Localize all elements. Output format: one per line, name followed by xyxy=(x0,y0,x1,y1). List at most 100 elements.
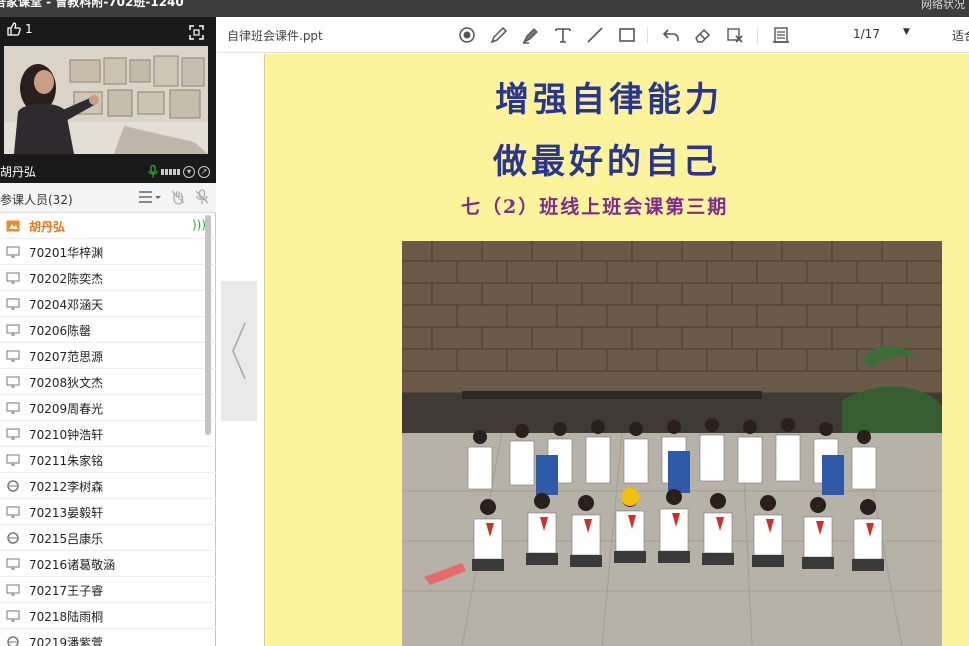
pen-icon[interactable] xyxy=(489,25,509,45)
browser-icon xyxy=(7,636,19,646)
rectangle-icon[interactable] xyxy=(617,25,637,45)
participant-list[interactable]: 胡丹弘 ))) 70201华梓渊 70202陈奕杰 70204邓涵天 70206… xyxy=(0,213,216,646)
participant-row[interactable]: 70215吕康乐 xyxy=(0,525,216,551)
monitor-icon xyxy=(6,610,20,622)
participant-name: 70216诸葛敬涵 xyxy=(29,558,116,572)
participant-row[interactable]: 70209周春光 xyxy=(0,395,216,421)
participant-row[interactable]: 胡丹弘 ))) xyxy=(0,213,216,239)
eraser-icon[interactable] xyxy=(693,25,713,45)
highlighter-icon[interactable] xyxy=(521,25,541,45)
participant-row[interactable]: 70208狄文杰 xyxy=(0,369,216,395)
participant-row[interactable]: 70206陈罄 xyxy=(0,317,216,343)
network-status[interactable]: 网络状况 xyxy=(921,0,965,13)
participant-row[interactable]: 70201华梓渊 xyxy=(0,239,216,265)
camera-image xyxy=(4,46,208,154)
participant-row[interactable]: 70218陆雨桐 xyxy=(0,603,216,629)
title-bar: 吾家课堂 - 曾教科附-702班-1240 网络状况 xyxy=(0,0,969,17)
monitor-icon xyxy=(6,246,20,258)
monitor-icon xyxy=(6,350,20,362)
participant-scrollbar[interactable] xyxy=(205,215,211,435)
previous-page-button[interactable] xyxy=(221,281,257,421)
microphone-icon[interactable] xyxy=(148,165,158,178)
mute-all-icon[interactable] xyxy=(194,189,210,205)
participant-row[interactable]: 70211朱家铭 xyxy=(0,447,216,473)
text-icon[interactable] xyxy=(553,25,573,45)
participant-row[interactable]: 70204邓涵天 xyxy=(0,291,216,317)
document-viewer: 增强自律能力 做最好的自己 七（2）班线上班会课第三期 xyxy=(217,54,969,646)
participant-row[interactable]: 70213晏毅轩 xyxy=(0,499,216,525)
monitor-icon xyxy=(6,376,20,388)
participant-name: 70210钟浩轩 xyxy=(29,428,104,442)
slide-subtitle: 七（2）班线上班会课第三期 xyxy=(461,196,729,218)
participant-row[interactable]: 70219潘紫萱 xyxy=(0,629,216,646)
participant-name: 胡丹弘 xyxy=(29,220,66,234)
thumbs-up-icon xyxy=(7,22,21,36)
document-toolbar: 自律班会课件.ppt 1/17 ▼ 适 xyxy=(217,17,969,53)
presenter-name: 胡丹弘 xyxy=(0,165,37,179)
slide-title-line1: 增强自律能力 xyxy=(495,80,723,120)
monitor-icon xyxy=(6,584,20,596)
page-indicator[interactable]: 1/17 xyxy=(853,27,880,41)
participant-name: 70217王子睿 xyxy=(29,584,104,598)
line-icon[interactable] xyxy=(585,25,605,45)
teacher-icon xyxy=(6,220,20,232)
participant-name: 70202陈奕杰 xyxy=(29,272,104,286)
popout-icon[interactable]: ↗ xyxy=(198,165,210,178)
monitor-icon xyxy=(6,298,20,310)
fullscreen-icon[interactable] xyxy=(189,25,204,40)
file-name: 自律班会课件.ppt xyxy=(227,29,323,43)
monitor-icon xyxy=(6,454,20,466)
participant-row[interactable]: 70216诸葛敬涵 xyxy=(0,551,216,577)
participant-name: 70213晏毅轩 xyxy=(29,506,104,520)
undo-icon[interactable] xyxy=(661,25,681,45)
participant-row[interactable]: 70212李树森 xyxy=(0,473,216,499)
chevron-left-icon xyxy=(232,322,246,380)
clear-icon[interactable] xyxy=(725,25,745,45)
participant-name: 70215吕康乐 xyxy=(29,532,104,546)
toolbar-divider xyxy=(757,27,758,43)
pointer-icon[interactable] xyxy=(457,25,477,45)
volume-meter xyxy=(161,168,180,175)
group-photo-image xyxy=(402,241,942,646)
monitor-icon xyxy=(6,428,20,440)
classroom-window: 吾家课堂 - 曾教科附-702班-1240 网络状况 1 胡丹弘 ▾ ↗ 参课人… xyxy=(0,0,969,646)
participant-name: 70208狄文杰 xyxy=(29,376,104,390)
slide: 增强自律能力 做最好的自己 七（2）班线上班会课第三期 xyxy=(264,54,969,646)
slide-title-line2: 做最好的自己 xyxy=(493,142,721,182)
monitor-icon xyxy=(6,272,20,284)
browser-icon xyxy=(7,532,19,544)
window-title: 吾家课堂 - 曾教科附-702班-1240 xyxy=(0,0,184,9)
teacher-camera-feed xyxy=(4,46,208,154)
participant-name: 70209周春光 xyxy=(29,402,104,416)
participant-name: 70207范思源 xyxy=(29,350,104,364)
participant-row[interactable]: 70202陈奕杰 xyxy=(0,265,216,291)
participant-row[interactable]: 70217王子睿 xyxy=(0,577,216,603)
participant-name: 70212李树森 xyxy=(29,480,104,494)
left-panel: 1 胡丹弘 ▾ ↗ 参课人员(32) 胡丹弘))) 70201华梓渊 7020… xyxy=(0,17,216,646)
monitor-icon xyxy=(6,558,20,570)
participant-name: 70206陈罄 xyxy=(29,324,92,338)
participant-name: 70204邓涵天 xyxy=(29,298,104,312)
browser-icon xyxy=(7,480,19,492)
page-dropdown-icon[interactable]: ▼ xyxy=(903,27,910,37)
monitor-icon xyxy=(6,402,20,414)
like-button[interactable]: 1 xyxy=(6,21,33,37)
participant-name: 70211朱家铭 xyxy=(29,454,104,468)
toolbar-divider xyxy=(647,27,648,43)
monitor-icon xyxy=(6,506,20,518)
participant-row[interactable]: 70210钟浩轩 xyxy=(0,421,216,447)
monitor-icon xyxy=(6,324,20,336)
class-group-photo xyxy=(402,241,942,646)
participant-row[interactable]: 70207范思源 xyxy=(0,343,216,369)
speaking-icon: ))) xyxy=(191,218,206,232)
raise-hand-icon[interactable] xyxy=(170,189,186,205)
participants-header: 参课人员(32) xyxy=(0,183,216,213)
video-controls: ▾ ↗ xyxy=(148,165,210,178)
chevron-down-icon[interactable]: ▾ xyxy=(183,165,195,178)
zoom-fit-button[interactable]: 适合 xyxy=(952,27,969,44)
participant-name: 70218陆雨桐 xyxy=(29,610,104,624)
video-panel: 1 胡丹弘 ▾ ↗ xyxy=(0,17,216,183)
list-menu-icon[interactable] xyxy=(138,190,162,204)
participant-name: 70201华梓渊 xyxy=(29,246,104,260)
document-list-icon[interactable] xyxy=(771,25,791,45)
